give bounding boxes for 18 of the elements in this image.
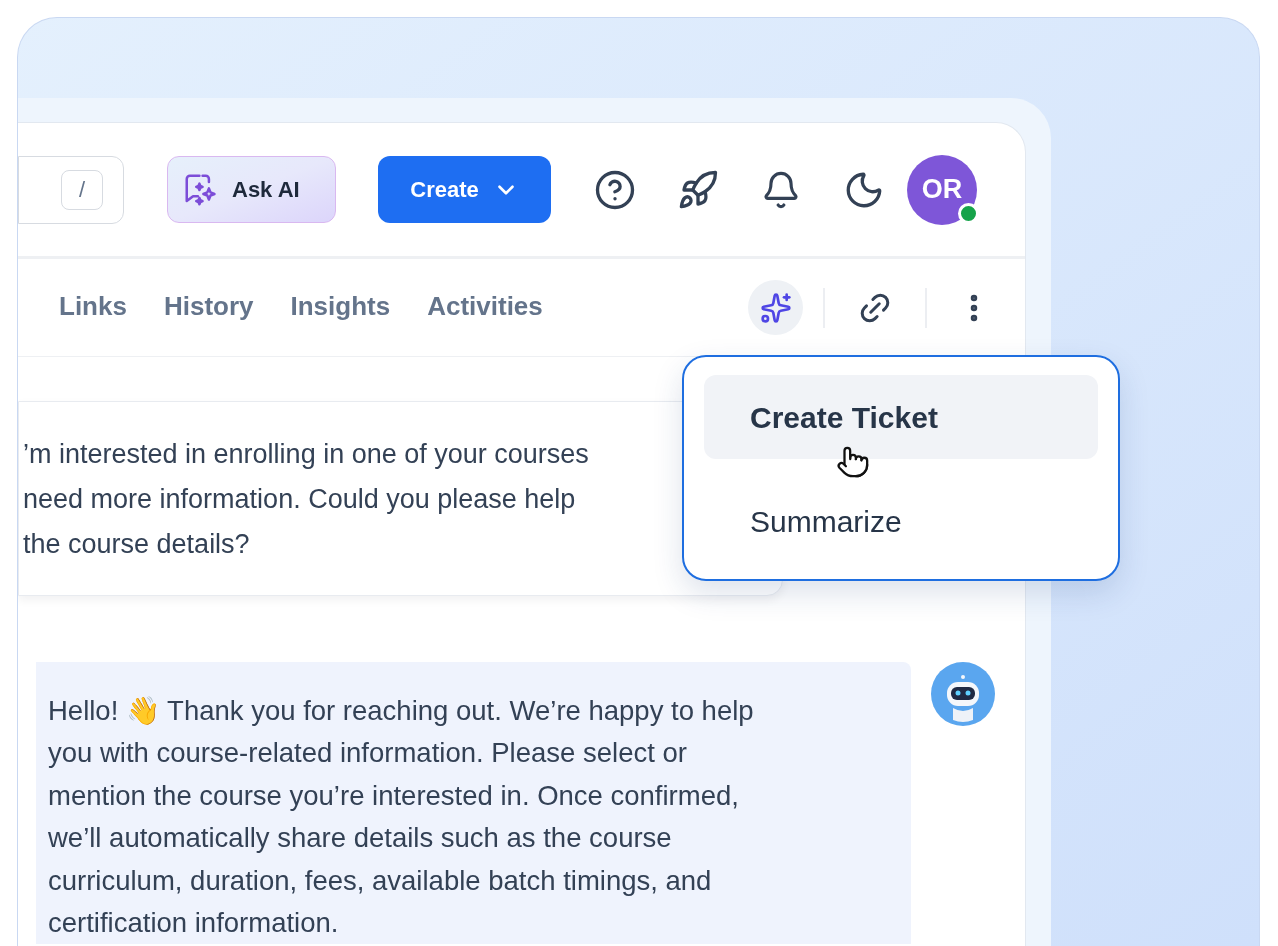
help-icon[interactable] <box>594 168 636 211</box>
user-avatar[interactable]: OR <box>907 154 977 225</box>
create-button[interactable]: Create <box>378 156 551 223</box>
message-text: ’m interested in enrolling in one of your courses need more information. Could you please help the course details? <box>23 438 589 561</box>
message-text: Hello! 👋 Thank you for reaching out. We’re happy to help you with course-related information. Please select or mention the course you’re interested in. Once confirmed, we’ll automatically share details such as the course curriculum, duration, fees, available batch timings, and certification information. <box>48 694 755 941</box>
search-field[interactable]: / <box>18 155 124 224</box>
tab[interactable]: Insights <box>290 259 391 356</box>
tab[interactable]: Activities <box>427 259 543 356</box>
rocket-icon[interactable] <box>677 168 719 211</box>
sparkle-icon <box>759 291 792 324</box>
shortcut-key: / <box>61 169 103 210</box>
tab[interactable]: Links <box>59 259 127 356</box>
ask-ai-button[interactable]: Ask AI <box>167 156 336 223</box>
bell-icon[interactable] <box>761 169 801 210</box>
hand-cursor-icon <box>836 445 870 479</box>
robot-avatar-icon <box>931 662 995 726</box>
menu-item[interactable]: Summarize <box>704 479 1098 563</box>
tab[interactable]: History <box>163 259 254 356</box>
